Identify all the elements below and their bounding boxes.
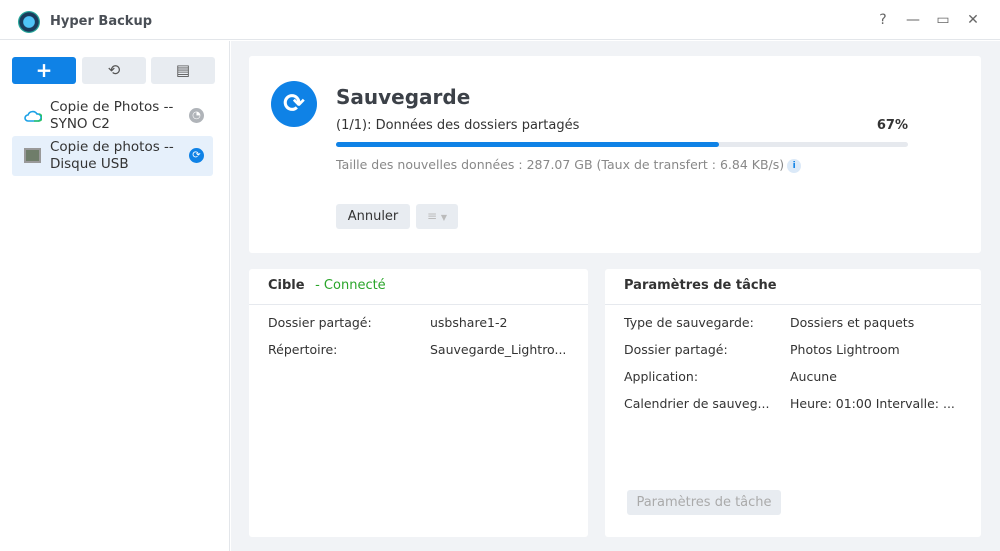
row-value: Aucune [790, 369, 837, 384]
sync-icon: ⟳ [271, 81, 317, 127]
target-card: Cible - Connecté Dossier partagé: usbsha… [249, 269, 588, 537]
action-menu-button[interactable]: ≡ ▼ [416, 204, 458, 229]
minimize-button[interactable]: — [904, 12, 922, 28]
task-label-2: Disque USB [50, 156, 129, 172]
task-item-syno-c2[interactable]: Copie de Photos -- SYNO C2 ◔ [12, 96, 213, 136]
target-title: Cible [268, 278, 305, 293]
row-label: Dossier partagé: [624, 342, 728, 357]
row-label: Répertoire: [268, 342, 338, 357]
row-label: Application: [624, 369, 699, 384]
row-label: Calendrier de sauveg... [624, 396, 770, 411]
status-step: (1/1): Données des dossiers partagés [336, 118, 580, 133]
row-value: Dossiers et paquets [790, 315, 915, 330]
menu-icon: ≡ [426, 209, 438, 223]
sidebar: + ⟲ ▤ Copie de Photos -- SYNO C2 ◔ Copie … [0, 41, 230, 551]
progress-bar [336, 142, 908, 147]
transfer-info: Taille des nouvelles données : 287.07 GB… [336, 157, 785, 172]
status-title: Sauvegarde [336, 85, 471, 109]
title-bar: Hyper Backup ? — ▭ ✕ [0, 3, 1000, 40]
row-label: Type de sauvegarde: [624, 315, 754, 330]
chevron-down-icon: ▼ [440, 213, 448, 222]
task-params-card: Paramètres de tâche Type de sauvegarde: … [605, 269, 981, 537]
main-panel: ⟳ Sauvegarde (1/1): Données des dossiers… [231, 41, 1000, 551]
status-card: ⟳ Sauvegarde (1/1): Données des dossiers… [249, 56, 981, 253]
row-value: usbshare1-2 [430, 315, 508, 330]
task-label: Copie de Photos -- [50, 99, 174, 115]
close-button[interactable]: ✕ [964, 12, 982, 28]
row-value: Sauvegarde_Lightro... [430, 342, 567, 357]
task-settings-button[interactable]: Paramètres de tâche [627, 490, 781, 515]
row-label: Dossier partagé: [268, 315, 372, 330]
row-value: Heure: 01:00 Intervalle: ... [790, 396, 955, 411]
cancel-button[interactable]: Annuler [336, 204, 410, 229]
help-button[interactable]: ? [874, 12, 892, 28]
task-label: Copie de photos -- [50, 139, 174, 155]
progress-fill [336, 142, 720, 147]
row-value: Photos Lightroom [790, 342, 900, 357]
sync-icon: ⟳ [189, 148, 204, 163]
cloud-icon [24, 110, 42, 122]
clock-icon: ◔ [189, 108, 204, 123]
info-icon[interactable]: i [787, 159, 802, 173]
params-title: Paramètres de tâche [605, 269, 981, 305]
usb-disk-icon [24, 148, 41, 163]
connection-status: - Connecté [315, 278, 386, 293]
add-task-button[interactable]: + [12, 57, 76, 84]
hyper-backup-logo-icon [18, 11, 40, 33]
task-label-2: SYNO C2 [50, 116, 110, 132]
progress-percent: 67% [876, 118, 908, 133]
app-title: Hyper Backup [50, 14, 153, 29]
log-button[interactable]: ▤ [151, 57, 215, 84]
restore-history-button[interactable]: ⟲ [82, 57, 146, 84]
task-item-disque-usb[interactable]: Copie de photos -- Disque USB ⟳ [12, 136, 213, 176]
maximize-button[interactable]: ▭ [934, 12, 952, 28]
